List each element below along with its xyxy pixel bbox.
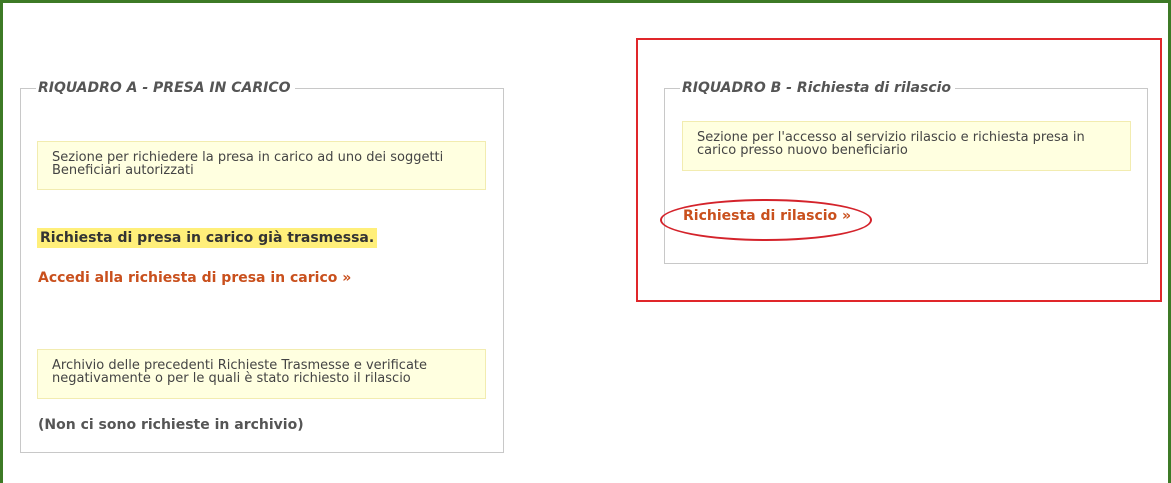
- release-request-link[interactable]: Richiesta di rilascio »: [683, 208, 851, 224]
- panel-b: [664, 88, 1148, 264]
- panel-b-legend: RIQUADRO B - Richiesta di rilascio: [680, 79, 956, 97]
- status-badge: Richiesta di presa in carico già trasmes…: [37, 228, 378, 248]
- access-request-link[interactable]: Accedi alla richiesta di presa in carico…: [38, 270, 351, 286]
- panel-a-intro-note: Sezione per richiedere la presa in caric…: [37, 141, 486, 190]
- panel-b-intro-note: Sezione per l'accesso al servizio rilasc…: [682, 121, 1131, 171]
- panel-a-legend: RIQUADRO A - PRESA IN CARICO: [36, 79, 295, 97]
- panel-a-archive-note: Archivio delle precedenti Richieste Tras…: [37, 349, 486, 399]
- archive-empty-message: (Non ci sono richieste in archivio): [38, 417, 304, 433]
